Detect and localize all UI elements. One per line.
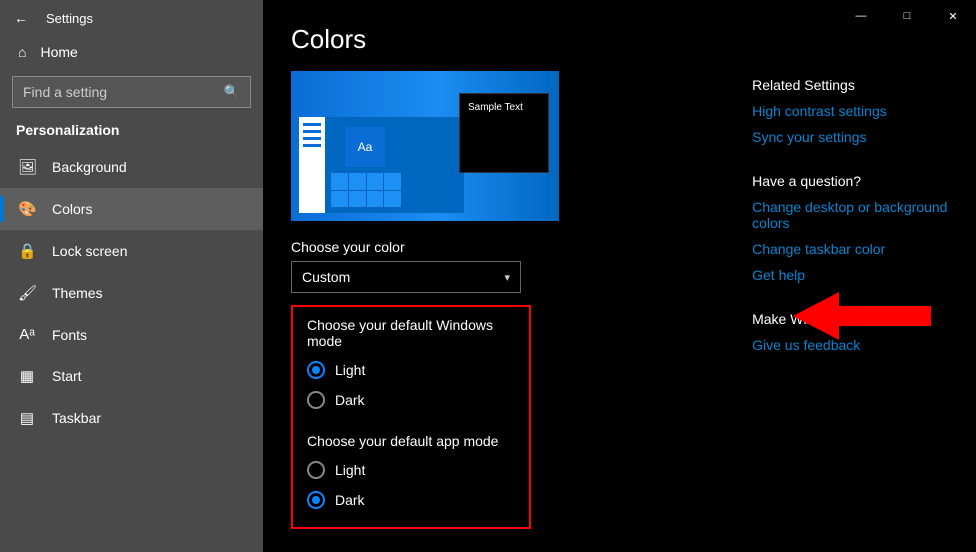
preview-window: Sample Text (459, 93, 549, 173)
sidebar: ← Settings ⌂ Home 🔍 Personalization 🖼 Ba… (0, 0, 263, 552)
related-settings-heading: Related Settings (752, 77, 948, 93)
color-select[interactable]: Custom ▾ (291, 261, 521, 293)
windows-mode-label: Choose your default Windows mode (307, 317, 515, 349)
sidebar-item-background[interactable]: 🖼 Background (0, 146, 263, 188)
grid-icon: ▦ (18, 367, 36, 385)
sidebar-item-fonts[interactable]: Aᵃ Fonts (0, 314, 263, 355)
home-button[interactable]: ⌂ Home (0, 32, 263, 72)
annotation-highlight-box: Choose your default Windows mode Light D… (291, 305, 531, 529)
color-preview: Aa Sample Text (291, 71, 559, 221)
choose-color-label: Choose your color (291, 239, 692, 255)
link-change-taskbar[interactable]: Change taskbar color (752, 241, 948, 257)
main-content: ― □ ✕ Colors Aa Sample Text Choose your … (263, 0, 976, 552)
sidebar-item-lockscreen[interactable]: 🔒 Lock screen (0, 230, 263, 272)
home-label: Home (40, 44, 77, 60)
color-select-value: Custom (302, 269, 350, 285)
sidebar-item-label: Themes (52, 285, 103, 301)
app-mode-label: Choose your default app mode (307, 433, 515, 449)
minimize-button[interactable]: ― (838, 0, 884, 32)
app-title: Settings (46, 11, 93, 26)
radio-icon (307, 361, 325, 379)
sidebar-item-label: Colors (52, 201, 92, 217)
search-box[interactable]: 🔍 (12, 76, 251, 108)
lock-icon: 🔒 (18, 242, 36, 260)
question-heading: Have a question? (752, 173, 948, 189)
radio-label: Light (335, 362, 365, 378)
sidebar-item-themes[interactable]: 🖌 Themes (0, 272, 263, 314)
brush-icon: 🖌 (18, 284, 36, 302)
sidebar-item-label: Start (52, 368, 82, 384)
windows-mode-dark[interactable]: Dark (307, 385, 515, 415)
radio-icon (307, 461, 325, 479)
sidebar-header: ← Settings (0, 0, 263, 32)
taskbar-icon: ▤ (18, 409, 36, 427)
chevron-down-icon: ▾ (504, 271, 510, 284)
sidebar-item-taskbar[interactable]: ▤ Taskbar (0, 397, 263, 439)
close-button[interactable]: ✕ (930, 0, 976, 32)
sidebar-item-colors[interactable]: 🎨 Colors (0, 188, 263, 230)
preview-tile: Aa (345, 127, 385, 167)
back-arrow-icon[interactable]: ← (14, 10, 28, 26)
sidebar-item-label: Taskbar (52, 410, 101, 426)
sidebar-item-start[interactable]: ▦ Start (0, 355, 263, 397)
search-icon: 🔍 (224, 84, 240, 100)
search-input[interactable] (23, 84, 224, 100)
window-controls: ― □ ✕ (838, 0, 976, 32)
link-high-contrast[interactable]: High contrast settings (752, 103, 948, 119)
home-icon: ⌂ (18, 44, 26, 60)
font-icon: Aᵃ (18, 326, 36, 343)
annotation-arrow (793, 292, 931, 340)
link-get-help[interactable]: Get help (752, 267, 948, 283)
radio-label: Dark (335, 392, 365, 408)
app-mode-light[interactable]: Light (307, 455, 515, 485)
link-change-desktop[interactable]: Change desktop or background colors (752, 199, 948, 231)
radio-label: Light (335, 462, 365, 478)
radio-icon (307, 391, 325, 409)
picture-icon: 🖼 (18, 158, 36, 176)
sidebar-item-label: Fonts (52, 327, 87, 343)
windows-mode-light[interactable]: Light (307, 355, 515, 385)
app-mode-dark[interactable]: Dark (307, 485, 515, 515)
radio-label: Dark (335, 492, 365, 508)
maximize-button[interactable]: □ (884, 0, 930, 32)
palette-icon: 🎨 (18, 200, 36, 218)
link-sync-settings[interactable]: Sync your settings (752, 129, 948, 145)
section-label: Personalization (0, 118, 263, 146)
sidebar-item-label: Lock screen (52, 243, 127, 259)
radio-icon (307, 491, 325, 509)
sidebar-item-label: Background (52, 159, 127, 175)
